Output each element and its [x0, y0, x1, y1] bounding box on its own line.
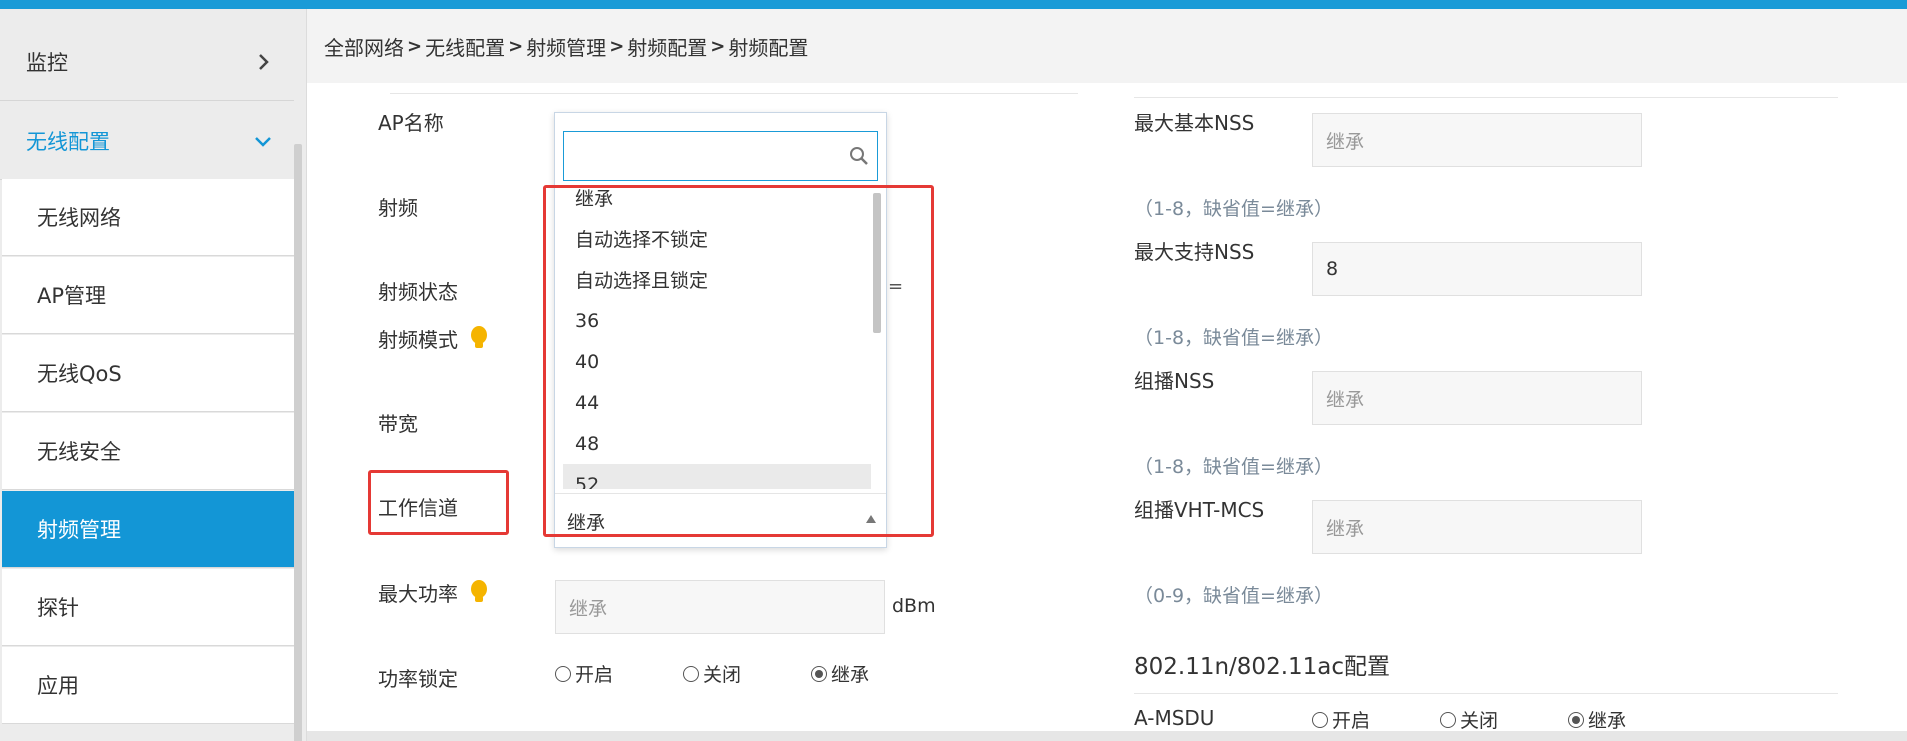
sidebar-item-wireless-qos[interactable]: 无线QoS — [2, 335, 294, 412]
placeholder-text: 继承 — [1326, 517, 1365, 540]
search-icon — [850, 147, 868, 165]
top-bar — [0, 0, 1907, 9]
sidebar-section-label: 无线配置 — [26, 129, 110, 154]
app-window: 监控 无线配置 无线网络 AP管理 无线QoS 无线安全 射频管理 探针 应用 … — [0, 0, 1907, 741]
sidebar-item-label: 无线QoS — [37, 362, 122, 386]
sidebar-item-application[interactable]: 应用 — [2, 647, 294, 724]
max-support-nss-label: 最大支持NSS — [1134, 240, 1255, 264]
radio-label: 继承 — [1588, 710, 1627, 732]
multicast-nss-input[interactable]: 继承 — [1312, 371, 1642, 425]
radio-label: 关闭 — [1460, 710, 1499, 732]
sidebar-item-label: AP管理 — [37, 284, 107, 308]
radio-mode-label: 射频模式 — [378, 328, 458, 352]
radio-circle-icon — [1312, 711, 1328, 728]
power-lock-off-radio[interactable]: 关闭 — [683, 660, 741, 687]
divider — [390, 93, 1078, 94]
sidebar-item-probe[interactable]: 探针 — [2, 569, 294, 646]
power-lock-on-radio[interactable]: 开启 — [555, 660, 613, 687]
breadcrumb-item[interactable]: 射频配置 — [627, 32, 707, 61]
ap-name-label: AP名称 — [378, 111, 444, 135]
sidebar-item-wireless-security[interactable]: 无线安全 — [2, 413, 294, 490]
amsdu-label: A-MSDU — [1134, 706, 1215, 730]
breadcrumb: 全部网络 > 无线配置 > 射频管理 > 射频配置 > 射频配置 — [307, 9, 1907, 83]
placeholder-text: 继承 — [1326, 130, 1365, 153]
radio-label: 射频 — [378, 196, 418, 220]
amsdu-radio-group: 开启 关闭 继承 — [1312, 706, 1626, 733]
radio-label: 开启 — [575, 664, 614, 686]
max-power-label: 最大功率 — [378, 582, 458, 606]
breadcrumb-separator-icon: > — [710, 35, 726, 57]
bandwidth-label: 带宽 — [378, 412, 418, 436]
highlight-box-dropdown — [543, 185, 934, 537]
breadcrumb-item[interactable]: 全部网络 — [324, 32, 404, 61]
sidebar: 监控 无线配置 无线网络 AP管理 无线QoS 无线安全 射频管理 探针 应用 — [0, 9, 306, 741]
multicast-nss-hint: （1-8，缺省值=继承） — [1134, 456, 1333, 478]
radio-circle-icon — [1440, 711, 1457, 728]
sidebar-section-monitor[interactable]: 监控 — [0, 23, 294, 101]
sidebar-section-label: 监控 — [26, 50, 68, 75]
radio-status-label: 射频状态 — [378, 280, 458, 304]
sidebar-item-label: 应用 — [37, 674, 79, 698]
breadcrumb-item-current: 射频配置 — [728, 35, 809, 60]
amsdu-off-radio[interactable]: 关闭 — [1440, 706, 1498, 733]
max-power-input[interactable]: 继承 — [555, 580, 885, 634]
radio-label: 开启 — [1332, 710, 1371, 732]
multicast-vht-mcs-label: 组播VHT-MCS — [1134, 498, 1265, 522]
input-value: 8 — [1326, 258, 1339, 280]
sidebar-item-ap-management[interactable]: AP管理 — [2, 257, 294, 334]
highlight-box-channel-label — [368, 470, 509, 535]
radio-circle-icon — [683, 665, 700, 682]
chevron-down-icon — [255, 136, 271, 147]
power-lock-inherit-radio[interactable]: 继承 — [811, 660, 869, 687]
lightbulb-icon[interactable] — [469, 325, 489, 351]
sidebar-item-label: 探针 — [37, 596, 79, 620]
radio-checked-icon — [1568, 711, 1585, 728]
breadcrumb-separator-icon: > — [508, 35, 524, 57]
amsdu-on-radio[interactable]: 开启 — [1312, 706, 1370, 733]
sidebar-item-label: 射频管理 — [37, 518, 121, 542]
max-basic-nss-hint: （1-8，缺省值=继承） — [1134, 198, 1333, 220]
sidebar-item-radio-management[interactable]: 射频管理 — [2, 491, 294, 568]
sidebar-item-label: 无线安全 — [37, 440, 121, 464]
power-lock-radio-group: 开启 关闭 继承 — [555, 660, 869, 687]
breadcrumb-item[interactable]: 无线配置 — [425, 32, 505, 61]
lightbulb-icon[interactable] — [469, 579, 489, 605]
sidebar-scrollbar[interactable] — [294, 144, 302, 741]
bottom-scrollbar[interactable] — [307, 731, 1907, 741]
radio-label: 继承 — [831, 664, 870, 686]
breadcrumb-separator-icon: > — [609, 35, 625, 57]
sidebar-item-wireless-network[interactable]: 无线网络 — [2, 179, 294, 256]
max-basic-nss-label: 最大基本NSS — [1134, 111, 1255, 135]
chevron-right-icon — [259, 53, 269, 70]
placeholder-text: 继承 — [569, 597, 608, 620]
amsdu-inherit-radio[interactable]: 继承 — [1568, 706, 1626, 733]
sidebar-item-label: 无线网络 — [37, 206, 121, 230]
placeholder-text: 继承 — [1326, 388, 1365, 411]
power-lock-label: 功率锁定 — [378, 667, 458, 691]
divider — [1134, 97, 1838, 98]
sidebar-section-wireless-config[interactable]: 无线配置 — [0, 102, 294, 180]
divider — [1134, 693, 1838, 694]
breadcrumb-separator-icon: > — [407, 35, 423, 57]
radio-checked-icon — [811, 665, 828, 682]
max-support-nss-input[interactable]: 8 — [1312, 242, 1642, 296]
radio-circle-icon — [555, 665, 571, 682]
section-title-80211: 802.11n/802.11ac配置 — [1134, 654, 1391, 680]
breadcrumb-item[interactable]: 射频管理 — [526, 32, 606, 61]
power-unit: dBm — [892, 595, 936, 617]
multicast-nss-label: 组播NSS — [1134, 369, 1215, 393]
multicast-vht-mcs-hint: （0-9，缺省值=继承） — [1134, 585, 1333, 607]
multicast-vht-mcs-input[interactable]: 继承 — [1312, 500, 1642, 554]
max-basic-nss-input[interactable]: 继承 — [1312, 113, 1642, 167]
radio-label: 关闭 — [703, 664, 742, 686]
dropdown-search-input[interactable] — [563, 131, 878, 181]
max-support-nss-hint: （1-8，缺省值=继承） — [1134, 327, 1333, 349]
